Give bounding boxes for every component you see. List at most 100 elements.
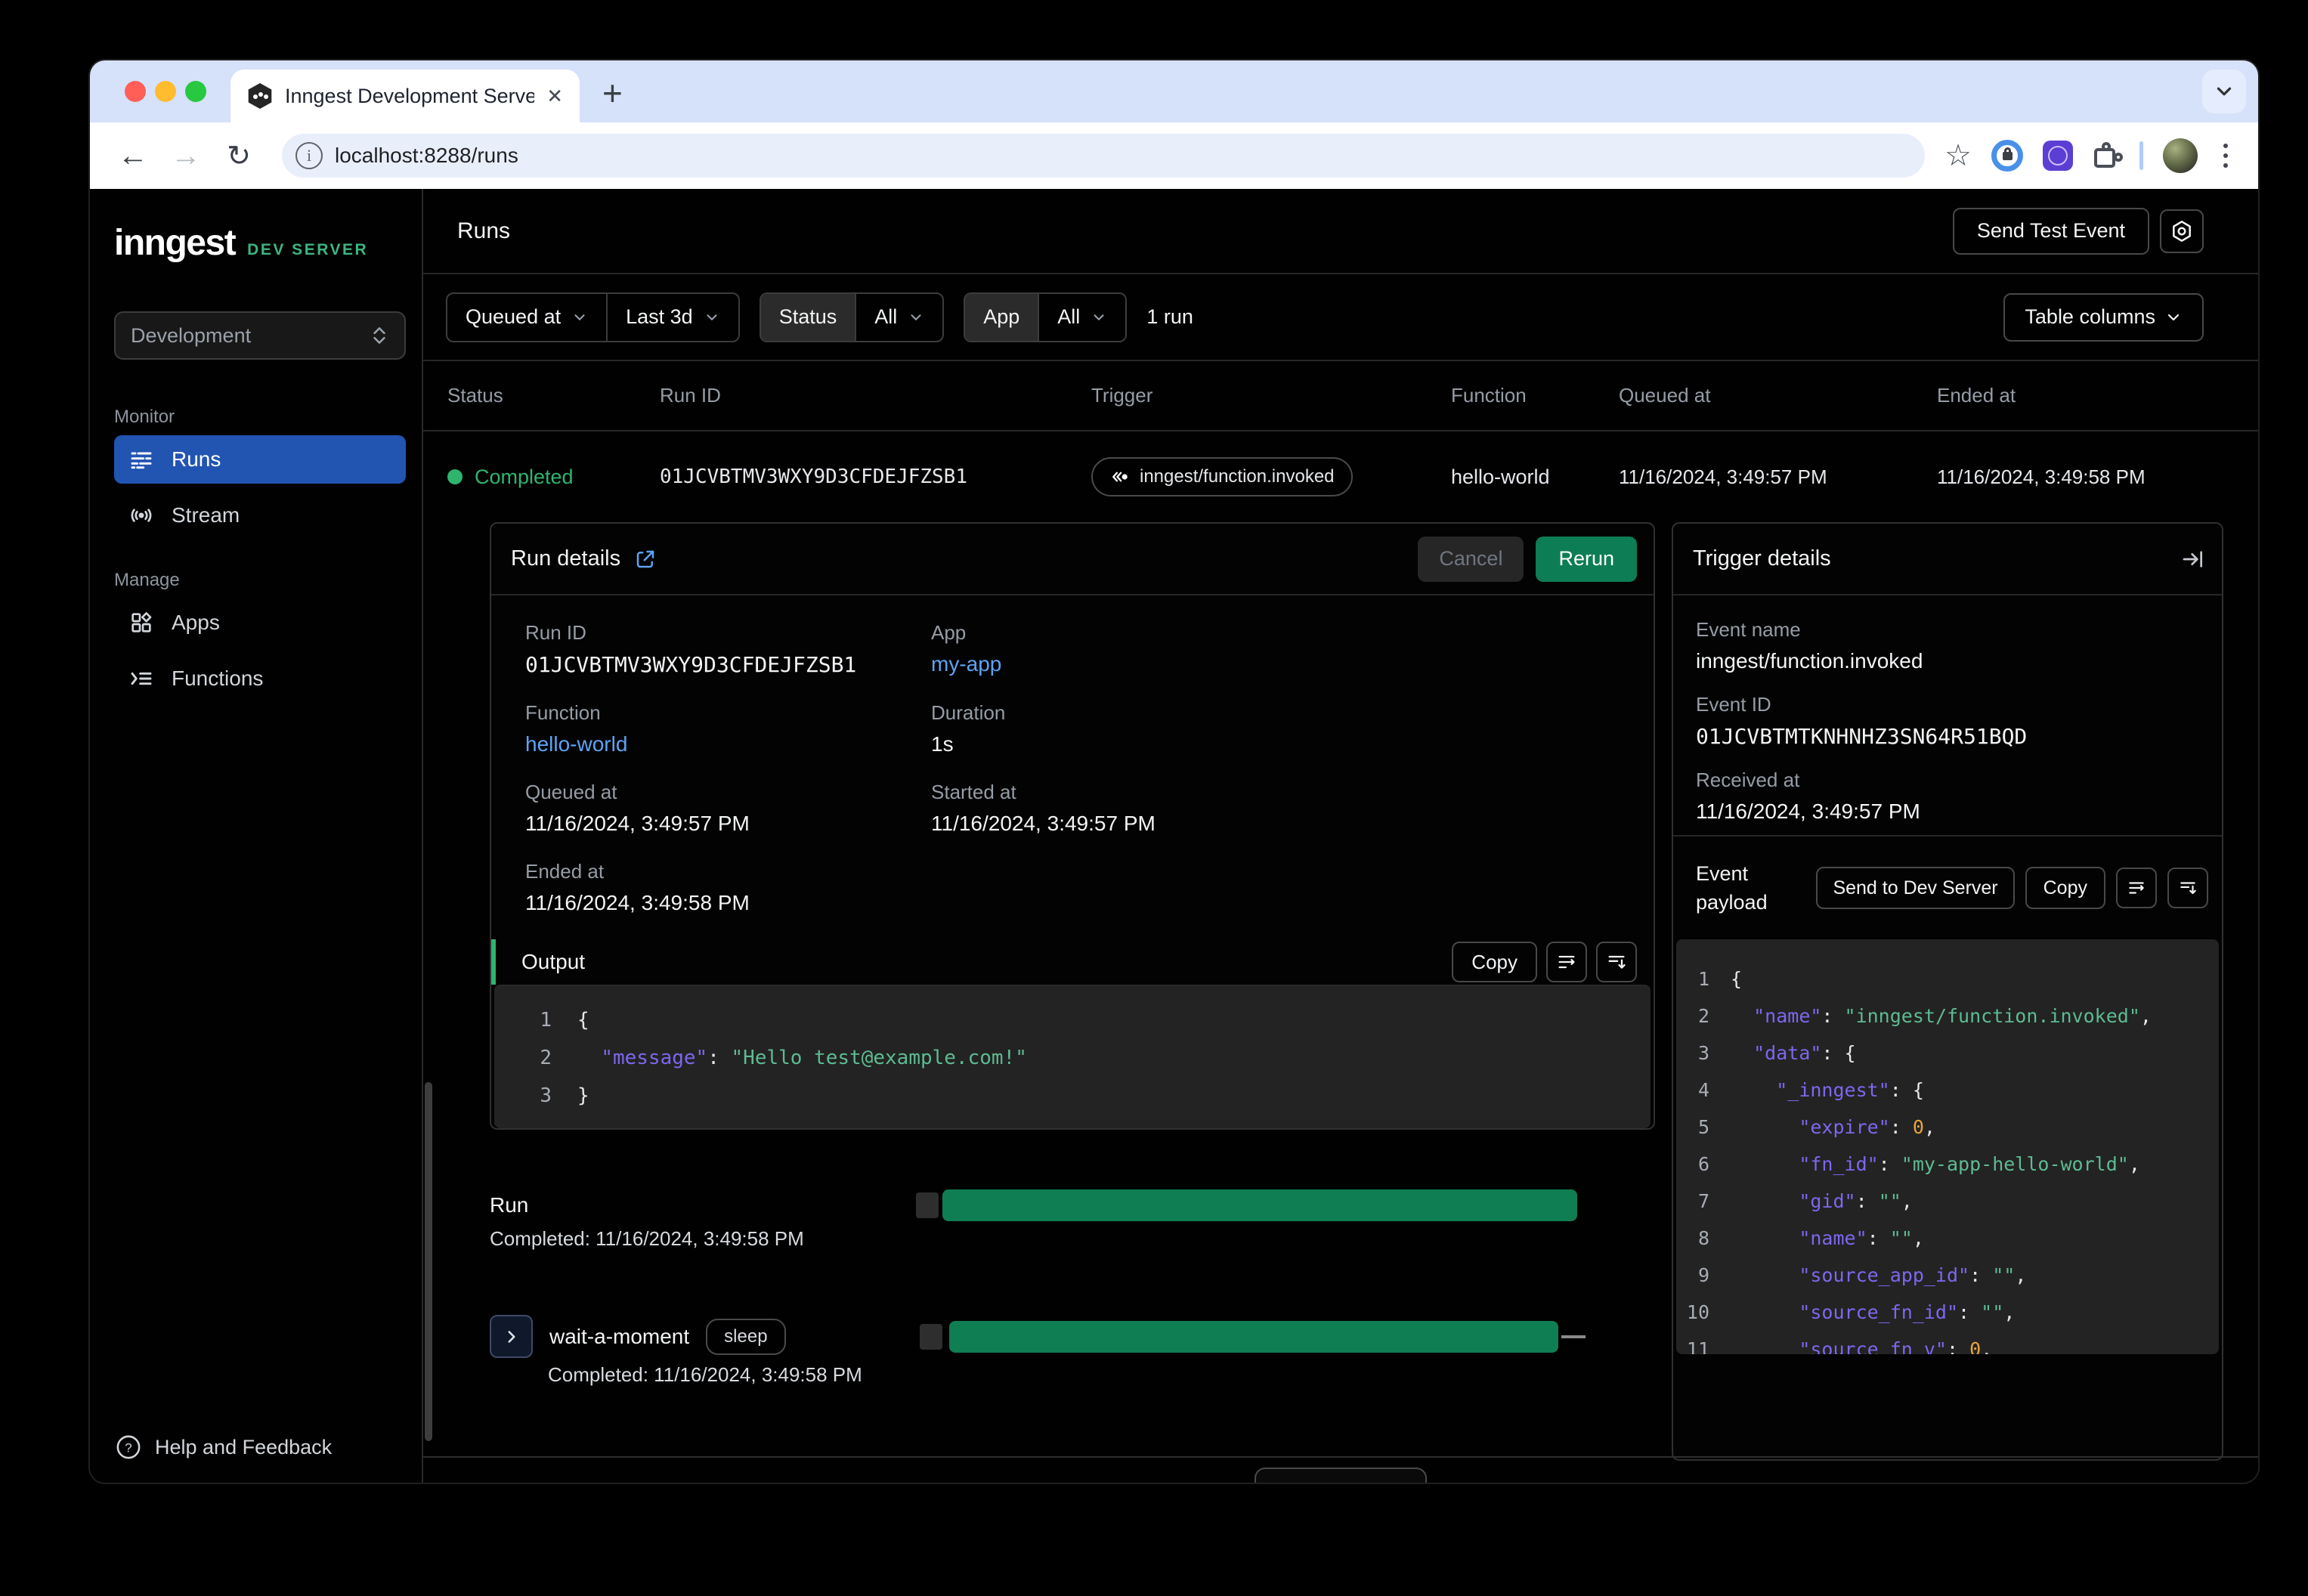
tab-close-icon[interactable]: ✕: [546, 85, 563, 108]
chevron-right-icon: [507, 1330, 515, 1343]
sidebar-item-runs[interactable]: Runs: [114, 435, 406, 484]
purple-extension-icon[interactable]: [2043, 141, 2073, 171]
scrollbar-thumb[interactable]: [425, 1082, 432, 1441]
time-filter[interactable]: Queued at Last 3d: [446, 292, 740, 342]
help-label: Help and Feedback: [155, 1435, 333, 1458]
rerun-button[interactable]: Rerun: [1536, 536, 1637, 582]
close-window-button[interactable]: [125, 81, 146, 102]
back-icon[interactable]: ←: [110, 139, 156, 173]
app-filter[interactable]: App All: [964, 292, 1128, 342]
function-cell: hello-world: [1451, 465, 1550, 488]
chevron-down-icon: [2217, 87, 2232, 96]
time-field-select[interactable]: Queued at: [447, 294, 606, 341]
table-columns-button[interactable]: Table columns: [2003, 292, 2204, 342]
trigger-pill[interactable]: inngest/function.invoked: [1091, 457, 1353, 496]
load-more-button[interactable]: [1255, 1468, 1427, 1483]
table-header: Status Run ID Trigger Function Queued at…: [423, 361, 2258, 431]
status-filter-value[interactable]: All: [856, 294, 942, 341]
run-id-label: Run ID: [525, 621, 586, 644]
send-test-event-button[interactable]: Send Test Event: [1952, 207, 2149, 255]
ended-at-cell: 11/16/2024, 3:49:58 PM: [1937, 465, 2146, 488]
site-info-icon[interactable]: i: [295, 142, 323, 169]
runs-icon: [131, 452, 152, 469]
bookmark-star-icon[interactable]: ☆: [1944, 138, 1972, 173]
trigger-fields: Event name inngest/function.invoked Even…: [1673, 595, 2222, 835]
copy-output-button[interactable]: Copy: [1452, 942, 1537, 982]
sidebar-item-functions[interactable]: Functions: [114, 654, 406, 703]
browser-menu-icon[interactable]: [2217, 144, 2234, 168]
updown-chevron-icon: [373, 327, 385, 344]
sidebar-item-label: Runs: [172, 447, 221, 471]
settings-button[interactable]: [2160, 209, 2204, 253]
word-wrap-button[interactable]: [1546, 942, 1587, 982]
cancel-button[interactable]: Cancel: [1418, 536, 1524, 582]
help-and-feedback[interactable]: ? Help and Feedback: [116, 1434, 332, 1460]
chevron-down-icon: [574, 314, 585, 320]
collapse-panel-icon[interactable]: [2181, 547, 2205, 571]
profile-avatar[interactable]: [2163, 138, 2198, 173]
status-dot: [447, 469, 463, 484]
word-wrap-icon: [1558, 955, 1575, 969]
word-wrap-icon: [2129, 882, 2144, 894]
chevron-down-icon: [707, 314, 717, 320]
copy-payload-button[interactable]: Copy: [2025, 867, 2105, 909]
browser-tab[interactable]: Inngest Development Server ✕: [230, 70, 580, 122]
reload-icon[interactable]: ↻: [215, 139, 262, 173]
sidebar-item-apps[interactable]: Apps: [114, 598, 406, 647]
environment-selector-value: Development: [131, 323, 252, 347]
timeline-step-queued-segment: [920, 1324, 942, 1350]
minimize-window-button[interactable]: [155, 81, 176, 102]
timeline-step-end-dash: [1561, 1335, 1586, 1338]
svg-text:?: ?: [125, 1440, 131, 1455]
event-id-label: Event ID: [1696, 693, 1771, 716]
column-ended-at: Ended at: [1937, 384, 2016, 407]
scroll-bottom-icon: [1608, 955, 1626, 969]
table-row[interactable]: Completed 01JCVBTMV3WXY9D3CFDEJFZSB1 inn…: [423, 431, 2258, 522]
new-tab-button[interactable]: +: [602, 73, 623, 113]
gear-icon: [2173, 220, 2191, 242]
chevron-down-icon: [911, 314, 921, 320]
environment-selector[interactable]: Development: [114, 311, 406, 360]
app-filter-label: App: [965, 293, 1038, 341]
chevron-down-icon: [1094, 314, 1104, 320]
column-run-id: Run ID: [660, 384, 721, 407]
zoom-window-button[interactable]: [185, 81, 206, 102]
scroll-to-bottom-button[interactable]: [2167, 868, 2208, 908]
browser-toolbar: ← → ↻ i localhost:8288/runs ☆: [90, 122, 2258, 189]
send-to-dev-server-button[interactable]: Send to Dev Server: [1816, 867, 2015, 909]
event-payload-code[interactable]: 1{2 "name": "inngest/function.invoked", 3…: [1676, 939, 2219, 1354]
browser-window: Inngest Development Server ✕ + ← → ↻ i l…: [88, 59, 2260, 1484]
output-code[interactable]: 1{2 "message": "Hello test@example.com!"…: [494, 985, 1651, 1128]
tab-search-chevron-button[interactable]: [2202, 70, 2246, 113]
stream-icon: [131, 509, 152, 522]
trigger-details-header: Trigger details: [1673, 524, 2222, 595]
event-payload-title: Event payload: [1696, 862, 1768, 914]
received-at-value: 11/16/2024, 3:49:57 PM: [1696, 800, 1920, 823]
time-range-select[interactable]: Last 3d: [608, 294, 738, 341]
word-wrap-button[interactable]: [2116, 868, 2157, 908]
app-link[interactable]: my-app: [931, 652, 1635, 676]
function-link[interactable]: hello-world: [525, 732, 931, 756]
output-title: Output: [521, 950, 586, 973]
app-filter-value[interactable]: All: [1039, 294, 1125, 341]
url-bar[interactable]: i localhost:8288/runs: [282, 134, 1926, 178]
external-link-icon[interactable]: [634, 548, 657, 571]
forward-icon[interactable]: →: [162, 139, 209, 173]
started-at-label: Started at: [931, 781, 1016, 803]
run-details-card: Run details Cancel Rerun Run ID 01JCVBTM…: [490, 522, 1655, 1130]
status-filter[interactable]: Status All: [759, 292, 945, 342]
step-name: wait-a-moment: [549, 1324, 690, 1348]
event-id-value: 01JCVBTMTKNHNHZ3SN64R51BQD: [1696, 724, 2028, 749]
page-header: Runs Send Test Event: [423, 189, 2258, 274]
column-trigger: Trigger: [1091, 384, 1153, 407]
step-expander-button[interactable]: [490, 1315, 533, 1358]
run-details-header: Run details Cancel Rerun: [491, 524, 1654, 595]
password-extension-icon[interactable]: [1991, 140, 2023, 172]
ended-at-value: 11/16/2024, 3:49:58 PM: [525, 891, 750, 914]
extensions-puzzle-icon[interactable]: [2093, 142, 2123, 169]
scroll-to-bottom-button[interactable]: [1596, 942, 1637, 982]
sidebar-item-stream[interactable]: Stream: [114, 491, 406, 540]
timeline-run-bar[interactable]: [942, 1189, 1577, 1221]
event-icon: [1112, 472, 1128, 482]
timeline-step-bar[interactable]: [949, 1321, 1558, 1353]
